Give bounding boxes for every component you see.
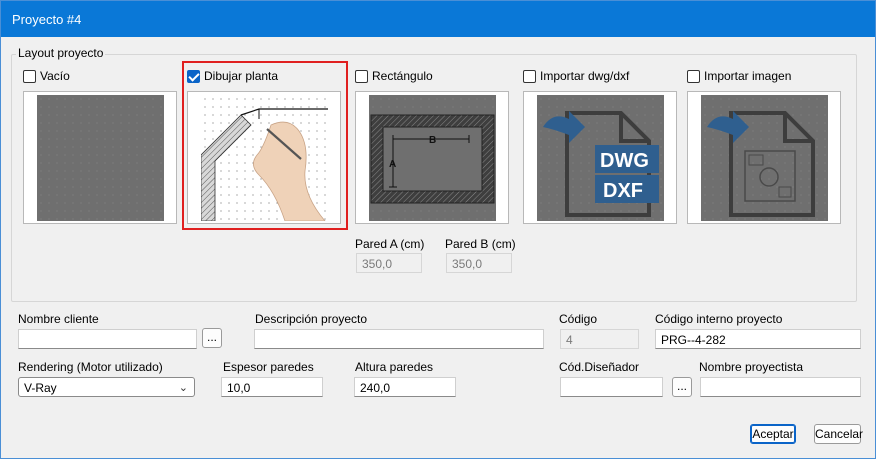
checkbox-importar-dwg[interactable] [523,69,536,83]
dialog-window: Proyecto #4 Layout proyecto Vacío Dibuja… [0,0,876,459]
internal-code-field[interactable]: PRG--4-282 [655,329,861,349]
wall-b-label: Pared B (cm) [445,237,516,251]
wall-a-label: Pared A (cm) [355,237,425,251]
thumb-rectangulo[interactable]: B A [355,91,509,224]
thumb-vacio[interactable] [23,91,177,224]
dxf-text: DXF [603,180,643,202]
accept-button[interactable]: Aceptar [750,424,796,444]
checkbox-importar-imagen[interactable] [687,69,700,83]
option-vacio-label: Vacío [40,69,70,83]
rendering-select[interactable]: V-Ray ⌄ [18,377,195,397]
window-title: Proyecto #4 [12,12,82,27]
hand-drawing-image [201,95,328,221]
layout-group-legend: Layout proyecto [16,46,106,60]
description-label: Descripción proyecto [255,312,368,326]
designer-code-field[interactable] [560,377,663,397]
option-importar-imagen[interactable]: Importar imagen [687,69,791,83]
dwg-dxf-file-image: DWG DXF [537,95,664,221]
thumb-dibujar-planta[interactable] [187,91,341,224]
option-rectangulo-label: Rectángulo [372,69,433,83]
client-name-field[interactable] [18,329,197,349]
designer-name-label: Nombre proyectista [699,360,804,374]
designer-code-label: Cód.Diseñador [559,360,640,374]
wall-height-label: Altura paredes [355,360,434,374]
wall-a-field[interactable]: 350,0 [356,253,422,273]
thumb-importar-dwg[interactable]: DWG DXF [523,91,677,224]
thumb-importar-imagen[interactable] [687,91,841,224]
rendering-label: Rendering (Motor utilizado) [18,360,163,374]
checkbox-vacio[interactable] [23,69,36,83]
option-importar-dwg-label: Importar dwg/dxf [540,69,630,83]
option-rectangulo[interactable]: Rectángulo [355,69,433,83]
rect-label-a: A [389,159,396,170]
rendering-value: V-Ray [24,381,57,395]
client-name-label: Nombre cliente [18,312,99,326]
client-browse-button[interactable]: ... [202,328,222,348]
code-label: Código [559,312,598,326]
wall-b-field[interactable]: 350,0 [446,253,512,273]
checkbox-rectangulo[interactable] [355,69,368,83]
wall-height-field[interactable]: 240,0 [354,377,456,397]
code-field[interactable]: 4 [560,329,639,349]
rect-label-b: B [429,135,436,146]
wall-thickness-label: Espesor paredes [223,360,314,374]
empty-grid-image [37,95,164,221]
import-image-file-image [701,95,828,221]
cancel-button[interactable]: Cancelar [814,424,863,444]
option-vacio[interactable]: Vacío [23,69,70,83]
option-importar-dwg[interactable]: Importar dwg/dxf [523,69,629,83]
designer-browse-button[interactable]: ... [672,377,692,397]
wall-thickness-field[interactable]: 10,0 [221,377,323,397]
option-importar-imagen-label: Importar imagen [704,69,792,83]
title-bar: Proyecto #4 [1,1,875,37]
rectangle-plan-image: B A [369,95,496,221]
dwg-text: DWG [600,150,649,172]
chevron-down-icon: ⌄ [178,382,188,394]
description-field[interactable] [254,329,544,349]
internal-code-label: Código interno proyecto [655,312,783,326]
designer-name-field[interactable] [700,377,861,397]
